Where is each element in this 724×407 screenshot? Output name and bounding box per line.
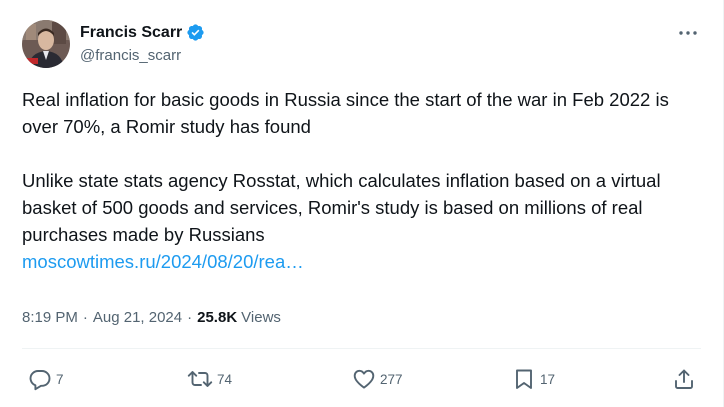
tweet-paragraph-1: Real inflation for basic goods in Russia… (22, 89, 669, 137)
meta-separator: · (187, 309, 193, 326)
repost-button[interactable]: 74 (187, 367, 232, 391)
like-count: 277 (380, 371, 403, 387)
author-handle[interactable]: @francis_scarr (80, 47, 181, 64)
views-label: Views (241, 309, 281, 326)
tweet-card: Francis Scarr @francis_scarr Real inflat… (0, 0, 724, 407)
author-display-name[interactable]: Francis Scarr (80, 24, 182, 42)
tweet-text: Real inflation for basic goods in Russia… (22, 86, 702, 275)
share-button[interactable] (672, 367, 696, 391)
bookmark-button[interactable]: 17 (512, 367, 555, 391)
like-button[interactable]: 277 (352, 367, 403, 391)
reply-icon (29, 370, 51, 391)
avatar-image (22, 20, 70, 68)
meta-separator: · (82, 309, 88, 326)
tweet-paragraph-2: Unlike state stats agency Rosstat, which… (22, 170, 661, 245)
reply-count: 7 (56, 371, 64, 387)
divider (22, 348, 701, 349)
tweet-time[interactable]: 8:19 PM (22, 309, 78, 326)
action-bar: 7 74 277 17 (0, 362, 724, 398)
bookmark-icon (516, 369, 532, 389)
author-name-row[interactable]: Francis Scarr (80, 23, 205, 42)
bookmark-count: 17 (540, 371, 556, 387)
tweet-link[interactable]: moscowtimes.ru/2024/08/20/rea… (22, 251, 304, 272)
repost-icon (187, 371, 213, 387)
tweet-meta: 8:19 PM · Aug 21, 2024 · 25.8K Views (22, 309, 281, 326)
views-count: 25.8K (197, 309, 238, 326)
more-options-icon[interactable] (677, 24, 699, 42)
tweet-date[interactable]: Aug 21, 2024 (93, 309, 182, 326)
verified-badge-icon (186, 23, 205, 42)
reply-button[interactable]: 7 (28, 367, 64, 391)
share-icon (675, 369, 693, 389)
repost-count: 74 (217, 371, 233, 387)
avatar[interactable] (22, 20, 70, 68)
heart-icon (353, 369, 375, 389)
